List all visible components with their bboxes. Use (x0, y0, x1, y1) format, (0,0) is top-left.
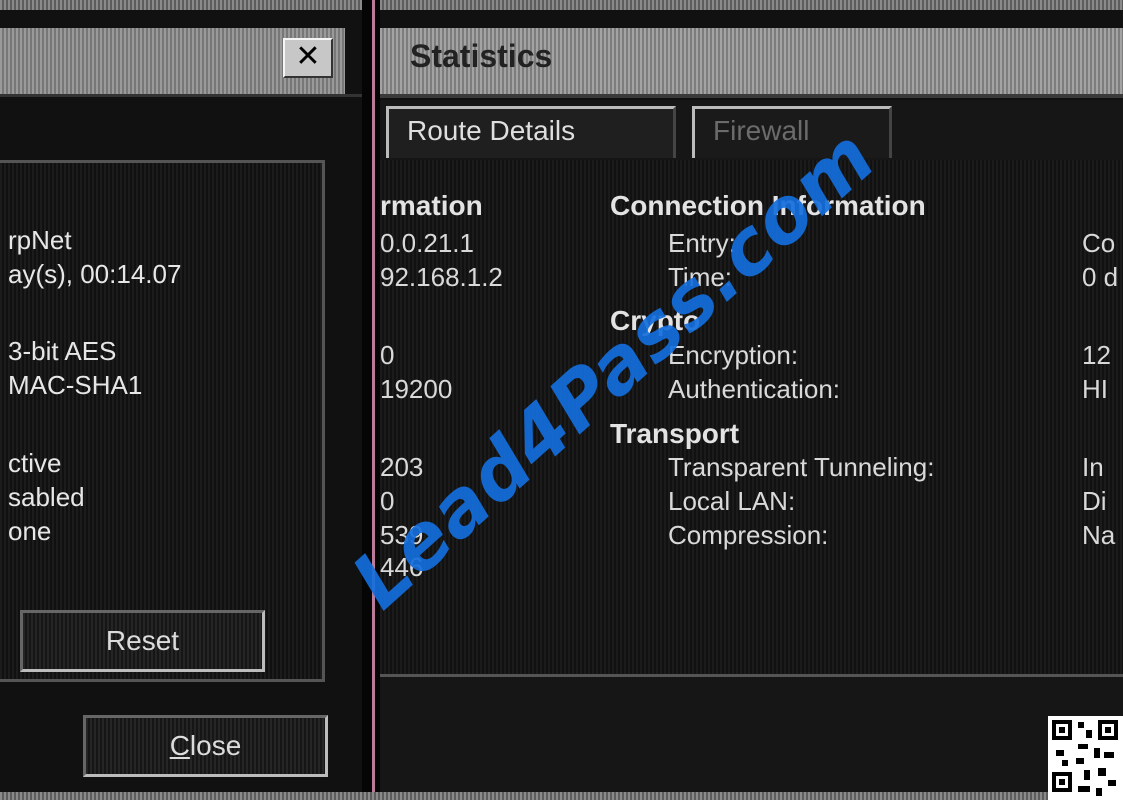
label-authentication: Authentication: (668, 374, 841, 404)
info-value-local-lan: sabled (8, 482, 85, 512)
window-divider-line (372, 0, 375, 800)
crypto-heading: Crypto (610, 305, 701, 336)
info-value-authentication: MAC-SHA1 (8, 370, 143, 400)
value-server-address: 92.168.1.2 (380, 262, 503, 292)
value-packets-bypassed: 446 (380, 552, 424, 582)
info-value-group: rpNet (8, 225, 72, 255)
close-button[interactable]: Close (83, 715, 328, 777)
value-encryption: 12 (1082, 340, 1111, 370)
separator (380, 94, 1123, 98)
close-label-rest: lose (189, 730, 242, 761)
value-authentication: HI (1082, 374, 1108, 404)
value-compression: Na (1082, 520, 1116, 550)
left-dialog: ✕ rpNet ay(s), 00:14.07 3-bit AES MAC-SH… (0, 10, 370, 792)
address-information-heading: rmation (380, 190, 483, 221)
statistics-title: Statistics (410, 38, 553, 74)
tab-route-details[interactable]: Route Details (386, 106, 676, 158)
value-time: 0 d (1082, 262, 1119, 292)
value-packets-encrypted: 203 (380, 452, 424, 482)
reset-button[interactable]: Reset (20, 610, 265, 672)
transport-heading: Transport (610, 418, 740, 449)
tab-strip: Route Details Firewall (380, 100, 1123, 249)
value-client-address: 0.0.21.1 (380, 228, 474, 258)
value-entry: Co (1082, 228, 1116, 258)
route-details-content: rmation 0.0.21.1 92.168.1.2 0 19200 203 … (380, 160, 1123, 680)
value-local-lan: Di (1082, 486, 1107, 516)
label-transparent-tunneling: Transparent Tunneling: (668, 452, 935, 482)
info-value-transparent-tunneling: ctive (8, 448, 62, 478)
top-frame-border (0, 0, 1123, 10)
info-value-encryption: 3-bit AES (8, 336, 117, 366)
statistics-window: Statistics Route Details Firewall rmatio… (380, 10, 1123, 792)
close-icon[interactable]: ✕ (283, 38, 333, 78)
statistics-button-area (380, 677, 1123, 792)
window-divider (362, 0, 380, 800)
label-local-lan: Local LAN: (668, 486, 796, 516)
value-transparent-tunneling: In (1082, 452, 1104, 482)
value-bytes-received: 0 (380, 340, 395, 370)
label-encryption: Encryption: (668, 340, 799, 370)
label-compression: Compression: (668, 520, 829, 550)
info-value-time-connected: ay(s), 00:14.07 (8, 259, 182, 289)
value-packets-discarded: 539 (380, 520, 424, 550)
close-mnemonic: C (169, 730, 190, 761)
label-time: Time: (668, 262, 733, 292)
value-bytes-sent: 19200 (380, 374, 453, 404)
label-entry: Entry: (668, 228, 736, 258)
connection-information-heading: Connection Information (610, 190, 926, 221)
value-packets-decrypted: 0 (380, 486, 395, 516)
qr-code-icon (1048, 716, 1123, 800)
tab-firewall[interactable]: Firewall (692, 106, 892, 158)
info-value-compression: one (8, 516, 52, 546)
bottom-frame-border (0, 792, 1123, 800)
separator (0, 94, 362, 97)
